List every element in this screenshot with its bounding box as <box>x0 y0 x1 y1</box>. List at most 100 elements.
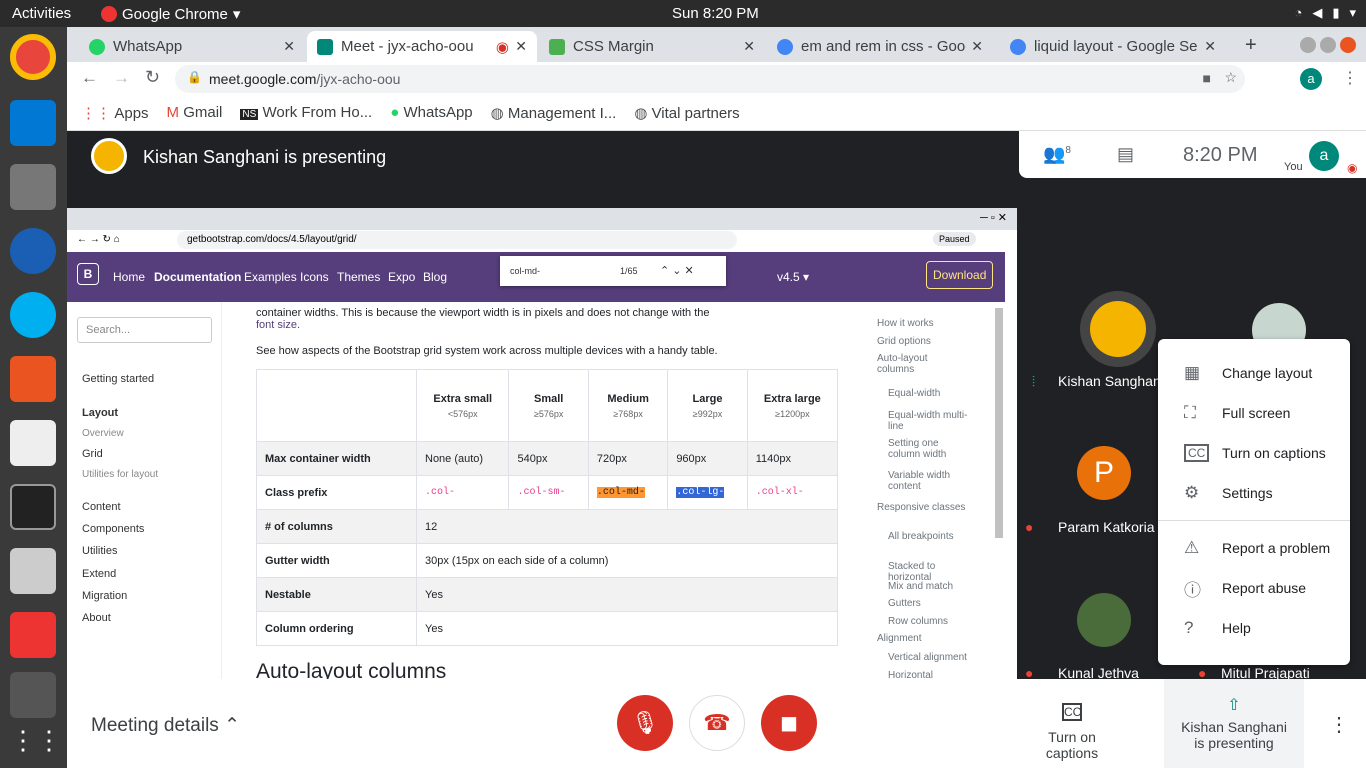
maximize-button[interactable] <box>1320 37 1336 53</box>
bootstrap-sidebar: Search... Getting started Layout Overvie… <box>67 302 222 680</box>
globe-icon: ◍ <box>490 105 508 122</box>
leave-call-button[interactable]: ☎ <box>689 695 745 751</box>
minimize-button[interactable] <box>1300 37 1316 53</box>
scrollbar <box>995 308 1003 538</box>
fullscreen-icon: ⛶ <box>1184 403 1196 422</box>
menu-icon[interactable]: ⋮ <box>1342 68 1358 88</box>
meeting-details-button[interactable]: Meeting details ⌃ <box>91 714 240 737</box>
camera-dock-icon[interactable] <box>10 548 56 594</box>
toc-link[interactable]: Stacked to horizontal <box>888 561 968 583</box>
close-icon[interactable]: ✕ <box>1204 38 1216 55</box>
self-avatar[interactable]: a <box>1309 141 1339 171</box>
turn-on-captions-button[interactable]: CC Turn on captions <box>1022 703 1122 761</box>
presenter-avatar <box>91 138 127 174</box>
present-screen-icon: ⇧ <box>1227 697 1241 714</box>
system-tray[interactable]: ◔ ◀ ▮ ▾ <box>1294 5 1356 21</box>
table-cell: Gutter width <box>256 543 417 578</box>
screenshot-dock-icon[interactable] <box>10 672 56 718</box>
tab-css-margin[interactable]: CSS Margin ✕ <box>539 31 765 62</box>
table-cell: .col-xl- <box>746 475 839 510</box>
tab-em-rem[interactable]: em and rem in css - Goog ✕ <box>767 31 993 62</box>
toc-link[interactable]: Setting one column width <box>888 438 968 460</box>
toc-link[interactable]: Gutters <box>888 598 921 609</box>
toc-link[interactable]: Row columns <box>888 616 948 627</box>
table-row: Max container width None (auto) 540px 720px… <box>256 441 839 476</box>
close-icon[interactable]: ✕ <box>515 38 527 55</box>
camera-toggle-button[interactable]: ◼ <box>761 695 817 751</box>
thunderbird-dock-icon[interactable] <box>10 228 56 274</box>
full-screen-item[interactable]: ⛶ Full screen <box>1158 395 1350 431</box>
forward-button[interactable]: → <box>113 68 130 88</box>
clock[interactable]: Sun 8:20 PM <box>672 5 759 22</box>
toc-link[interactable]: Responsive classes <box>877 502 965 513</box>
activities-button[interactable]: Activities <box>12 5 71 22</box>
profile-avatar[interactable]: a <box>1300 68 1322 90</box>
toolbar: ← → ↻ 🔒 meet.google.com/jyx-acho-oou ■ ☆ a… <box>67 62 1366 96</box>
bookmark-whatsapp[interactable]: ● WhatsApp <box>390 104 472 130</box>
people-icon[interactable]: 👥8 <box>1043 144 1071 165</box>
table-cell: 12 <box>416 509 838 544</box>
text-editor-dock-icon[interactable] <box>10 420 56 466</box>
tab-liquid-layout[interactable]: liquid layout - Google Se ✕ <box>1000 31 1226 62</box>
toc-link[interactable]: Grid options <box>877 336 931 347</box>
back-button[interactable]: ← <box>81 68 98 88</box>
app-menu[interactable]: Google Chrome ▾ <box>101 5 240 23</box>
help-item[interactable]: ? Help <box>1158 610 1350 646</box>
captions-icon: CC <box>1184 444 1210 462</box>
software-dock-icon[interactable] <box>10 356 56 402</box>
tab-whatsapp[interactable]: WhatsApp ✕ <box>79 31 305 62</box>
report-problem-item[interactable]: ⚠ Report a problem <box>1158 530 1350 566</box>
toc-link[interactable]: Vertical alignment <box>888 652 967 663</box>
mic-off-icon: 🎙 <box>631 710 659 735</box>
bookmark-work-from-home[interactable]: NS Work From Ho... <box>240 104 372 130</box>
captions-item[interactable]: CC Turn on captions <box>1158 435 1350 471</box>
settings-item[interactable]: ⚙ Settings <box>1158 475 1350 511</box>
close-window-button[interactable] <box>1340 37 1356 53</box>
bookmark-apps[interactable]: ⋮⋮ Apps <box>81 104 149 130</box>
toc-link[interactable]: Mix and match <box>888 581 953 592</box>
skype-dock-icon[interactable] <box>10 292 56 338</box>
chrome-dock-icon[interactable] <box>10 34 56 80</box>
chat-icon[interactable]: ▤ <box>1117 144 1134 165</box>
mic-toggle-button[interactable]: 🎙 <box>617 695 673 751</box>
close-icon[interactable]: ✕ <box>283 38 295 55</box>
google-icon <box>1010 38 1026 55</box>
toc-link[interactable]: Auto-layout columns <box>877 353 957 375</box>
dock: ⋮⋮ <box>0 27 67 768</box>
change-layout-item[interactable]: ▦ Change layout <box>1158 355 1350 391</box>
report-abuse-item[interactable]: ⓘ Report abuse <box>1158 570 1350 606</box>
bookmark-management[interactable]: ◍ Management I... <box>491 104 617 130</box>
bookmark-gmail[interactable]: M Gmail <box>167 104 223 130</box>
close-icon[interactable]: ✕ <box>971 38 983 55</box>
toc-link[interactable]: Equal-width multi-line <box>888 410 968 432</box>
close-icon[interactable]: ✕ <box>743 38 755 55</box>
presenting-button[interactable]: ⇧ Kishan Sanghani is presenting <box>1164 679 1304 768</box>
toc-link[interactable]: Alignment <box>877 633 921 644</box>
toc-link[interactable]: Equal-width <box>888 388 940 399</box>
meeting-info-bar: 👥8 ▤ 8:20 PM You a ◉ <box>1019 131 1366 178</box>
table-cell: Column ordering <box>256 611 417 646</box>
participant-name: Kishan Sanghani <box>1058 373 1164 389</box>
bookmark-vital-partners[interactable]: ◍ Vital partners <box>634 104 739 130</box>
star-icon[interactable]: ☆ <box>1224 69 1237 86</box>
toc-link[interactable]: Variable width content <box>888 470 968 492</box>
new-tab-button[interactable]: + <box>1245 34 1257 57</box>
more-options-icon[interactable]: ⋮ <box>1329 712 1349 737</box>
google-icon <box>777 38 793 55</box>
table-cell: None (auto) <box>415 441 510 476</box>
terminal-dock-icon[interactable] <box>10 484 56 530</box>
address-bar[interactable]: 🔒 meet.google.com/jyx-acho-oou ■ ☆ <box>175 65 1245 93</box>
volume-icon: ◀ <box>1312 5 1323 20</box>
menu-divider <box>1158 520 1350 521</box>
camera-icon[interactable]: ■ <box>1203 70 1211 86</box>
presenter-banner: Kishan Sanghani is presenting <box>67 131 1017 181</box>
anydesk-dock-icon[interactable] <box>10 612 56 658</box>
vscode-dock-icon[interactable] <box>10 100 56 146</box>
files-dock-icon[interactable] <box>10 164 56 210</box>
toc-link[interactable]: How it works <box>877 318 934 329</box>
tab-meet[interactable]: Meet - jyx-acho-oou ◉ ✕ <box>307 31 537 62</box>
reload-button[interactable]: ↻ <box>145 67 160 88</box>
table-cell: # of columns <box>256 509 417 544</box>
show-apps-icon[interactable]: ⋮⋮ <box>10 717 62 763</box>
toc-link[interactable]: All breakpoints <box>888 531 954 542</box>
